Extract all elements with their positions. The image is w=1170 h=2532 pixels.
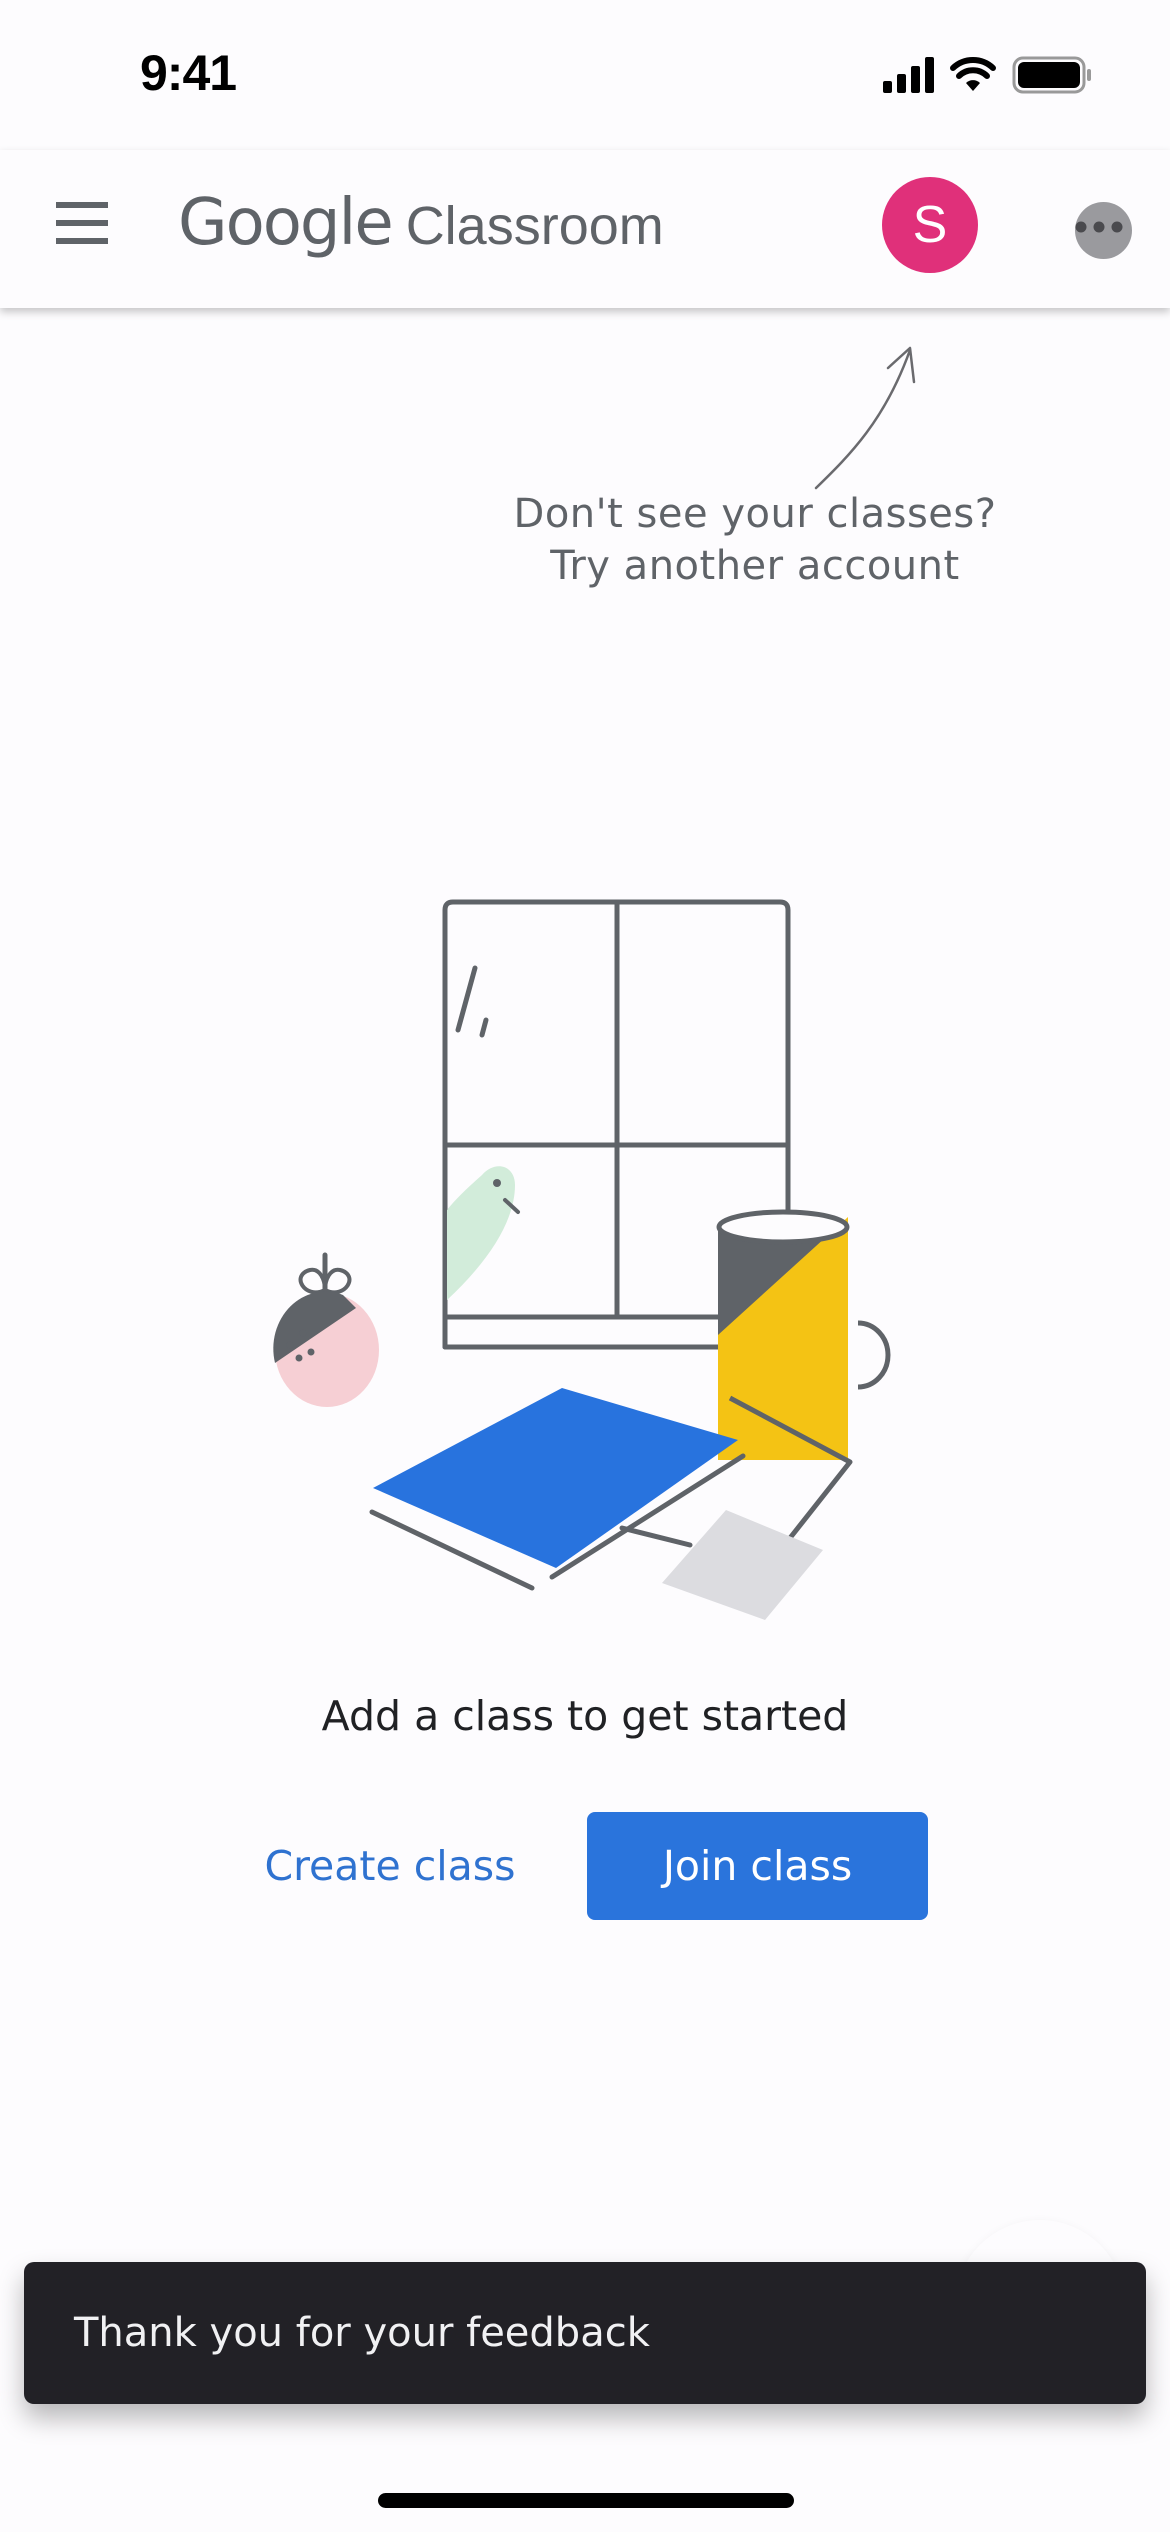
more-horizontal-icon (1075, 221, 1123, 233)
hint-line-2: Try another account (550, 543, 960, 589)
create-class-button[interactable]: Create class (250, 1812, 530, 1920)
wifi-icon (950, 57, 996, 91)
brand-google: Google (178, 186, 394, 260)
brand-product: Classroom (405, 196, 664, 256)
home-indicator[interactable] (378, 2493, 794, 2508)
empty-state-illustration (273, 899, 891, 1620)
account-avatar[interactable]: S (882, 177, 978, 273)
bird-drawing (447, 1166, 520, 1300)
snackbar: Thank you for your feedback (24, 2262, 1146, 2404)
snackbar-message: Thank you for your feedback (74, 2310, 650, 2356)
status-bar: 9:41 (0, 0, 1170, 150)
hamburger-menu-icon[interactable] (52, 200, 112, 246)
app-header: Google Classroom S (0, 150, 1170, 308)
plant-drawing (273, 1252, 379, 1407)
mug-drawing (716, 1209, 891, 1460)
status-time: 9:41 (140, 45, 237, 101)
more-options-button[interactable] (1075, 202, 1132, 259)
battery-icon (1012, 56, 1091, 94)
hint-line-1: Don't see your classes? (513, 491, 997, 537)
join-class-button[interactable]: Join class (587, 1812, 928, 1920)
hint-arrow-icon (814, 346, 916, 490)
app-logo: Google Classroom (178, 186, 664, 260)
cellular-signal-icon (883, 57, 934, 93)
notebook-drawing (369, 1388, 853, 1620)
empty-state-title: Add a class to get started (321, 1692, 849, 1740)
status-icons (883, 56, 1092, 94)
switch-account-hint[interactable]: Don't see your classes? Try another acco… (455, 488, 1055, 592)
